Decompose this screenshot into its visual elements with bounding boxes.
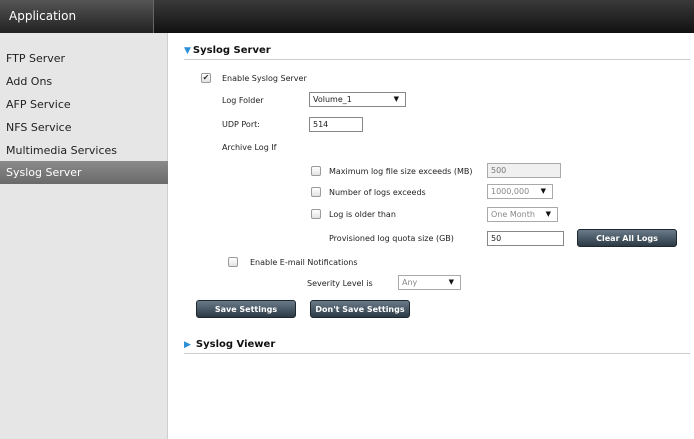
syslog-viewer-section-header[interactable]: ▶ Syslog Viewer [184, 339, 275, 350]
older-than-checkbox[interactable] [311, 209, 321, 219]
dont-save-settings-button[interactable]: Don't Save Settings [310, 300, 410, 318]
sidebar-item-add-ons[interactable]: Add Ons [0, 70, 168, 93]
app-title-tab[interactable]: Application Management [0, 0, 154, 56]
older-than-label: Log is older than [329, 210, 396, 219]
older-than-select[interactable]: One Month ▼ [487, 207, 558, 222]
sidebar: FTP Server Add Ons AFP Service NFS Servi… [0, 33, 168, 439]
max-size-input[interactable]: 500 [487, 163, 561, 178]
dropdown-arrow-icon: ▼ [393, 95, 399, 103]
save-settings-button[interactable]: Save Settings [196, 300, 296, 318]
section-divider [184, 59, 690, 60]
archive-log-label: Archive Log If [222, 143, 277, 152]
email-notifications-checkbox[interactable] [228, 257, 238, 267]
max-size-label: Maximum log file size exceeds (MB) [329, 167, 473, 176]
sidebar-item-syslog-server[interactable]: Syslog Server [0, 161, 168, 184]
enable-syslog-label: Enable Syslog Server [222, 74, 307, 83]
sidebar-item-afp-service[interactable]: AFP Service [0, 93, 168, 116]
sidebar-item-multimedia-services[interactable]: Multimedia Services [0, 139, 168, 162]
collapsed-triangle-icon: ▶ [184, 340, 191, 350]
quota-input[interactable]: 50 [487, 231, 564, 246]
dropdown-arrow-icon: ▼ [540, 187, 546, 195]
email-notifications-label: Enable E-mail Notifications [250, 258, 358, 267]
dropdown-arrow-icon: ▼ [545, 210, 551, 218]
enable-syslog-checkbox[interactable]: ✔ [201, 73, 211, 83]
expanded-triangle-icon: ▼ [184, 46, 191, 56]
log-folder-select[interactable]: Volume_1 ▼ [309, 92, 406, 107]
severity-select[interactable]: Any ▼ [398, 275, 461, 290]
syslog-server-section-header[interactable]: ▼ Syslog Server [184, 45, 271, 56]
dropdown-arrow-icon: ▼ [448, 278, 454, 286]
udp-port-input[interactable]: 514 [309, 117, 363, 132]
udp-port-label: UDP Port: [222, 120, 260, 129]
sidebar-item-ftp-server[interactable]: FTP Server [0, 47, 168, 70]
num-logs-checkbox[interactable] [311, 187, 321, 197]
num-logs-label: Number of logs exceeds [329, 188, 426, 197]
max-size-checkbox[interactable] [311, 166, 321, 176]
clear-all-logs-button[interactable]: Clear All Logs [577, 229, 677, 247]
section-divider [184, 353, 690, 354]
severity-label: Severity Level is [307, 279, 373, 288]
num-logs-select[interactable]: 1000,000 ▼ [487, 184, 553, 199]
sidebar-item-nfs-service[interactable]: NFS Service [0, 116, 168, 139]
top-bar: Application Management [0, 0, 694, 56]
log-folder-label: Log Folder [222, 96, 264, 105]
quota-label: Provisioned log quota size (GB) [329, 234, 454, 243]
